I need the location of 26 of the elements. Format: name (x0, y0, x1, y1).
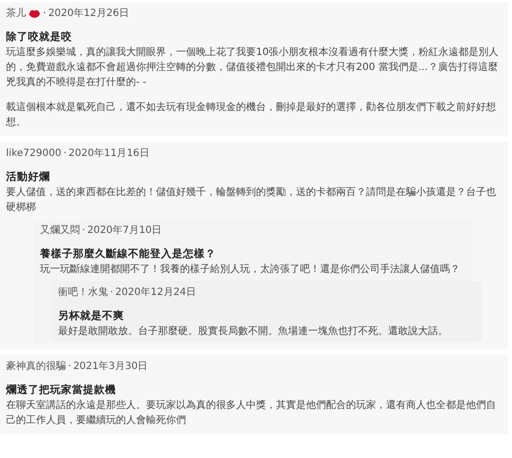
review-author: 又爛又悶 (40, 224, 80, 238)
review-text: 最好是敢開敢放。台子那麼硬。股實長局數不開。魚場連一塊魚也打不死。還敢說大話。 (58, 324, 449, 339)
review-text: 在聊天室講話的永遠是那些人。要玩家以為真的很多人中獎，其實是他們配合的玩家，還有商人也全都是他們自己的工作人員，要繼續玩的人會輸死你們 (6, 398, 497, 428)
review-text: 載這個根本就是氣死自己，還不如去玩有現金轉現金的機台，刪掉是最好的選擇，勸各位朋友們下載之前好好想想。 (6, 100, 497, 130)
review-title: 養樣子那麼久斷線不能登入是怎樣？ (40, 247, 217, 262)
review-date: 2020年11月16日 (68, 147, 150, 161)
separator-dot: · (82, 224, 86, 238)
review-author: like729000 (6, 147, 62, 161)
review-author: 茶儿 (6, 6, 26, 21)
review-date: 2021年3月30日 (73, 360, 148, 374)
review-date: 2020年7月10日 (87, 224, 162, 238)
review-title: 另杯就是不爽 (58, 309, 125, 324)
review-date: 2020年12月24日 (115, 286, 196, 300)
review-title: 活動好爛 (6, 170, 51, 185)
review-author: 衝吧！水鬼 (58, 286, 108, 300)
review-date: 2020年12月26日 (48, 7, 130, 21)
review-text: 玩一玩斷線連開都開不了！我養的樣子給別人玩，太誇張了吧！還是你們公司手法讓人儲值嗎？ (40, 262, 461, 277)
separator-dot: · (63, 147, 67, 161)
review-text: 玩這麼多娛樂城，真的讓我大開眼界，一個晚上花了我要10張小朋友根本沒看過有什麼大獎，粉紅永遠都是別人的，免費遊戲永遠都不會超過你押注空轉的分數，儲值後禮包開出來的卡才只有200 當我們是...？廣告打得這麼兇我真的不曉得是在打什麼的- - (6, 46, 500, 90)
review-title: 爛透了把玩家當提款機 (6, 383, 117, 398)
separator-dot: · (68, 360, 72, 374)
separator-dot: · (110, 286, 114, 300)
review-author: 豪神真的很騙 (6, 360, 66, 374)
review-title: 除了咬就是咬 (6, 30, 73, 45)
review-text: 要人儲值，送的東西都在比差的！儲值好幾千，輪盤轉到的獎勵，送的卡都兩百？請問是在騙小孩還是？台子也硬梆梆 (6, 186, 497, 215)
separator-dot: · (43, 7, 46, 21)
